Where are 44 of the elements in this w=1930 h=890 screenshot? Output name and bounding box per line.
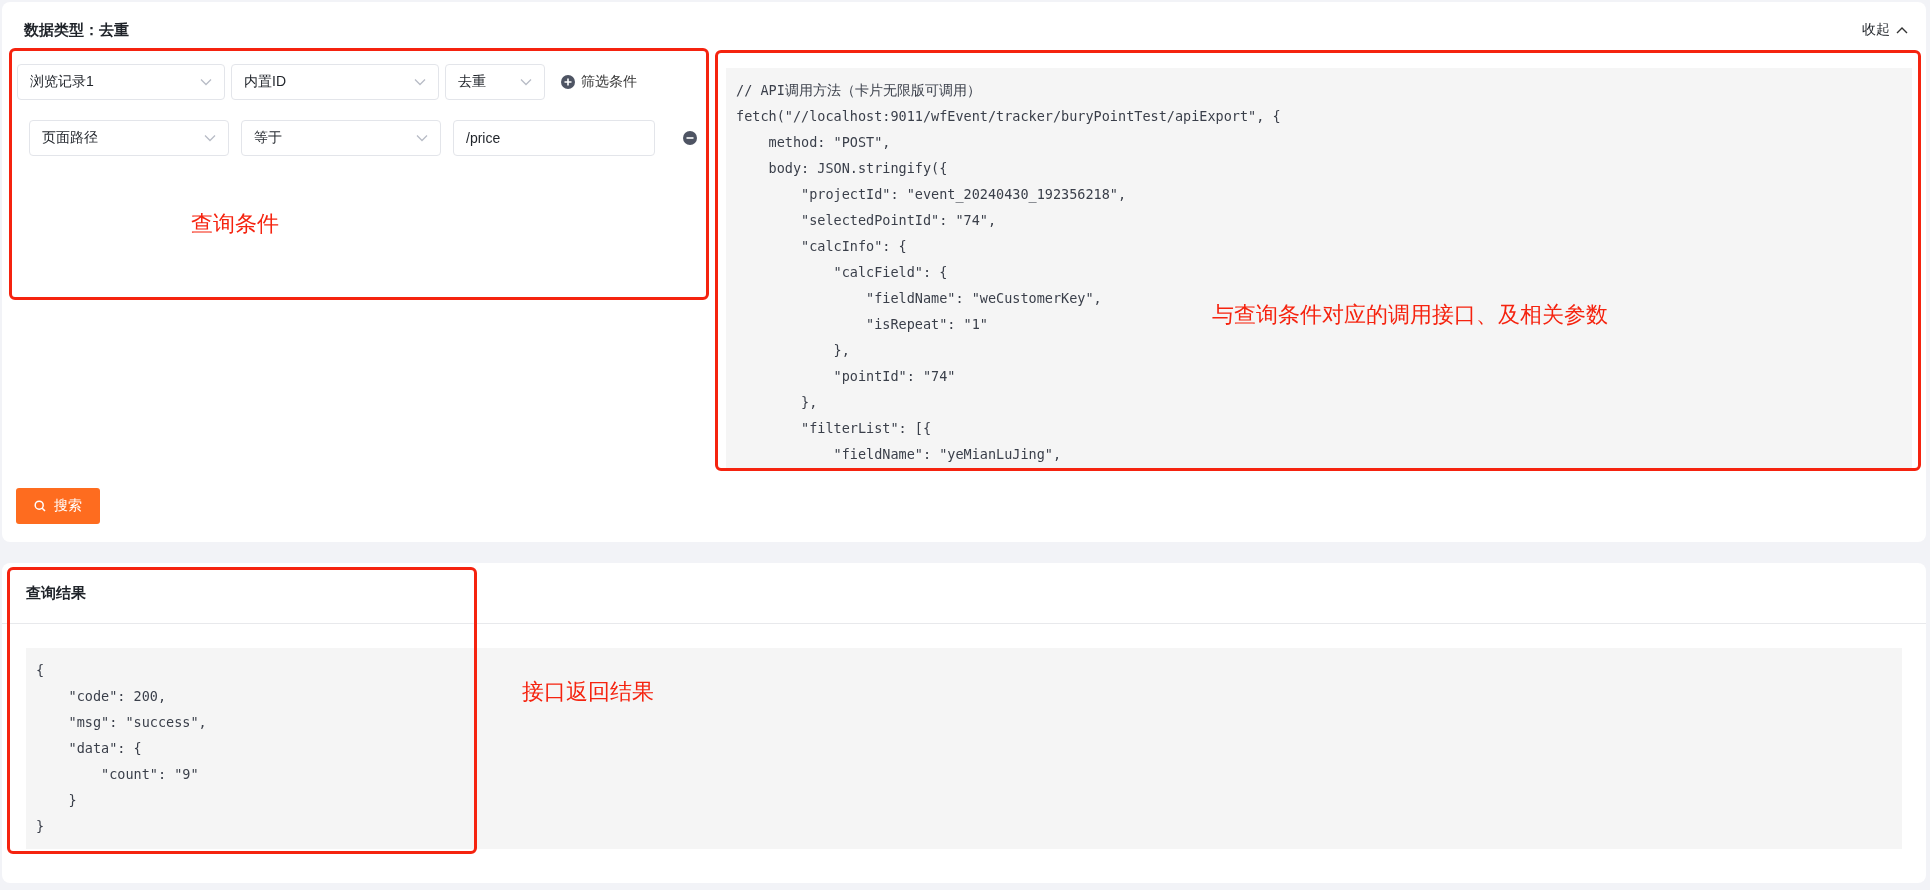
add-filter-button[interactable]: 筛选条件	[561, 73, 637, 91]
input-field[interactable]: /price	[453, 120, 655, 156]
chevron-down-icon	[200, 78, 212, 86]
chevron-down-icon	[204, 134, 216, 142]
select-field[interactable]: 等于	[241, 120, 441, 156]
annotation-label: 接口返回结果	[522, 678, 654, 706]
data-type-title: 数据类型：去重	[24, 20, 129, 40]
code-line: {	[36, 661, 45, 680]
minus-circle-icon[interactable]	[683, 131, 697, 145]
code-line: "fieldName": "weCustomerKey",	[865, 289, 1102, 308]
annotation-label: 与查询条件对应的调用接口、及相关参数	[1212, 301, 1608, 329]
code-line: "isRepeat": "1"	[865, 315, 988, 334]
code-line: fetch("//localhost:9011/wfEvent/tracker/buryPointTest/apiExport", {	[736, 107, 1281, 126]
code-line: "data": {	[67, 739, 142, 758]
plus-circle-icon	[561, 75, 575, 89]
code-line: "selectedPointId": "74",	[800, 211, 997, 230]
annotation-label: 查询条件	[191, 210, 279, 238]
code-line: "code": 200,	[67, 687, 167, 706]
chevron-down-icon	[414, 78, 426, 86]
chevron-up-icon	[1896, 26, 1908, 34]
code-line: // API调用方法（卡片无限版可调用）	[736, 81, 981, 100]
code-line: "count": "9"	[100, 765, 199, 784]
code-line: "pointId": "74"	[832, 367, 956, 386]
code-line: "fieldName": "yeMianLuJing",	[832, 445, 1062, 464]
chevron-down-icon	[416, 134, 428, 142]
select-field[interactable]: 内置ID	[231, 64, 439, 100]
chevron-down-icon	[520, 78, 532, 86]
select-field[interactable]: 浏览记录1	[17, 64, 225, 100]
code-line: },	[800, 393, 818, 412]
code-line: "calcInfo": {	[800, 237, 907, 256]
code-line: body: JSON.stringify({	[767, 159, 948, 178]
result-title: 查询结果	[26, 583, 86, 603]
search-icon	[34, 500, 46, 512]
code-line: method: "POST",	[767, 133, 891, 152]
code-line: "calcField": {	[832, 263, 948, 282]
collapse-button[interactable]: 收起	[1862, 21, 1908, 39]
code-line: }	[67, 791, 77, 810]
code-line: "msg": "success",	[67, 713, 207, 732]
code-line: "projectId": "event_20240430_192356218",	[800, 185, 1127, 205]
select-field[interactable]: 页面路径	[29, 120, 229, 156]
code-line: "filterList": [{	[800, 419, 932, 438]
code-line: }	[36, 817, 45, 836]
code-line: },	[832, 341, 850, 360]
select-field[interactable]: 去重	[445, 64, 545, 100]
